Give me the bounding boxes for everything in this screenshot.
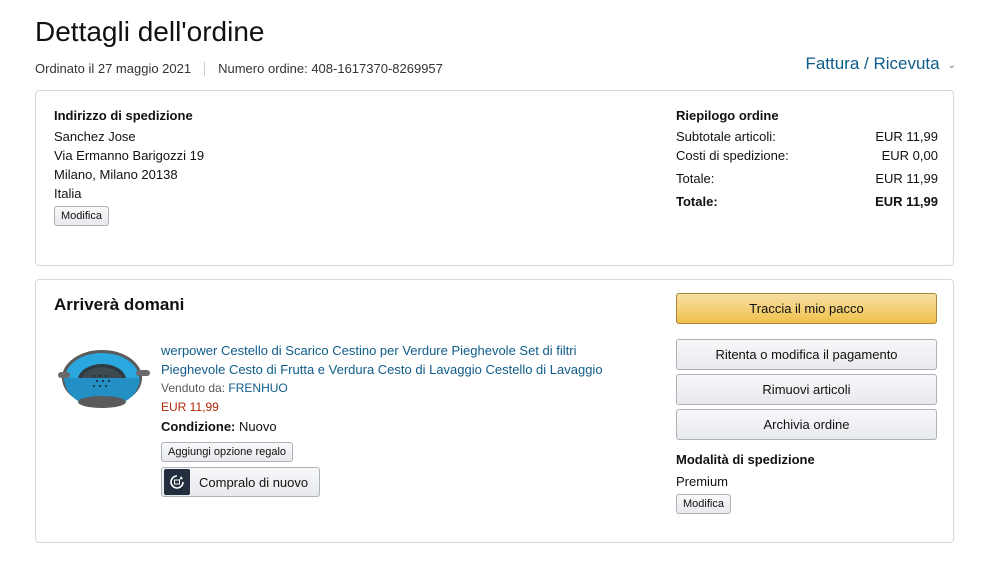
condition-value: Nuovo (239, 419, 277, 434)
shipping-mode-heading: Modalità di spedizione (676, 452, 815, 467)
archive-order-button[interactable]: Archivia ordine (676, 409, 937, 440)
page-title: Dettagli dell'ordine (35, 16, 265, 47)
shipping-mode-value: Premium (676, 474, 729, 489)
invoice-link-label: Fattura / Ricevuta (805, 54, 940, 73)
summary-label: Totale: (676, 171, 715, 186)
summary-row: Subtotale articoli: EUR 11,99 (676, 127, 938, 146)
product-price: EUR 11,99 (161, 400, 219, 414)
summary-value: EUR 11,99 (875, 171, 938, 186)
colander-image[interactable] (56, 342, 152, 422)
shipping-mode: Modalità di spedizione Premium Modifica (676, 452, 937, 514)
summary-total-row: Totale: EUR 11,99 (676, 192, 938, 211)
shipment-box: Arriverà domani werpower Cestello di Sca… (35, 279, 954, 543)
remove-items-button[interactable]: Rimuovi articoli (676, 374, 937, 405)
shipping-address: Indirizzo di spedizione Sanchez Jose Via… (54, 108, 204, 226)
summary-row: Costi di spedizione: EUR 0,00 (676, 146, 938, 165)
buy-again-label: Compralo di nuovo (199, 474, 309, 490)
divider (204, 61, 206, 76)
arrival-status: Arriverà domani (54, 295, 185, 314)
invoice-dropdown[interactable]: Fattura / Ricevuta ⌄ (805, 54, 956, 74)
address-line: Milano, Milano 20138 (54, 167, 178, 182)
address-line: Italia (54, 186, 82, 201)
order-actions: Traccia il mio pacco Ritenta o modifica … (676, 293, 937, 514)
order-summary: Riepilogo ordine Subtotale articoli: EUR… (676, 108, 938, 211)
seller-link[interactable]: FRENHUO (228, 381, 287, 395)
order-meta: Ordinato il 27 maggio 2021 Numero ordine… (35, 61, 443, 76)
buy-again-icon (164, 469, 190, 495)
order-number: Numero ordine: 408-1617370-8269957 (218, 61, 443, 76)
summary-value: EUR 11,99 (875, 129, 938, 144)
sold-by-label: Venduto da: (161, 381, 226, 395)
order-date: Ordinato il 27 maggio 2021 (35, 61, 192, 76)
summary-value: EUR 0,00 (881, 148, 938, 163)
chevron-down-icon: ⌄ (947, 59, 956, 71)
summary-value: EUR 11,99 (875, 194, 938, 209)
condition-label: Condizione: (161, 419, 236, 434)
address-line: Sanchez Jose (54, 129, 136, 144)
sold-by: Venduto da: FRENHUO (161, 379, 631, 398)
product-title-link[interactable]: werpower Cestello di Scarico Cestino per… (161, 341, 631, 379)
address-line: Via Ermanno Barigozzi 19 (54, 148, 205, 163)
shipping-address-heading: Indirizzo di spedizione (54, 108, 193, 123)
product-info: werpower Cestello di Scarico Cestino per… (161, 341, 631, 497)
track-package-button[interactable]: Traccia il mio pacco (676, 293, 937, 324)
order-info-box: Indirizzo di spedizione Sanchez Jose Via… (35, 90, 954, 266)
order-summary-heading: Riepilogo ordine (676, 108, 779, 123)
retry-payment-button[interactable]: Ritenta o modifica il pagamento (676, 339, 937, 370)
summary-label: Totale: (676, 194, 718, 209)
summary-label: Subtotale articoli: (676, 129, 776, 144)
summary-label: Costi di spedizione: (676, 148, 789, 163)
buy-again-button[interactable]: Compralo di nuovo (161, 467, 320, 497)
add-gift-option-button[interactable]: Aggiungi opzione regalo (161, 442, 294, 462)
edit-shipping-mode-button[interactable]: Modifica (676, 494, 731, 514)
edit-address-button[interactable]: Modifica (54, 206, 109, 226)
summary-row: Totale: EUR 11,99 (676, 169, 938, 188)
product-condition: Condizione: Nuovo (161, 417, 631, 436)
